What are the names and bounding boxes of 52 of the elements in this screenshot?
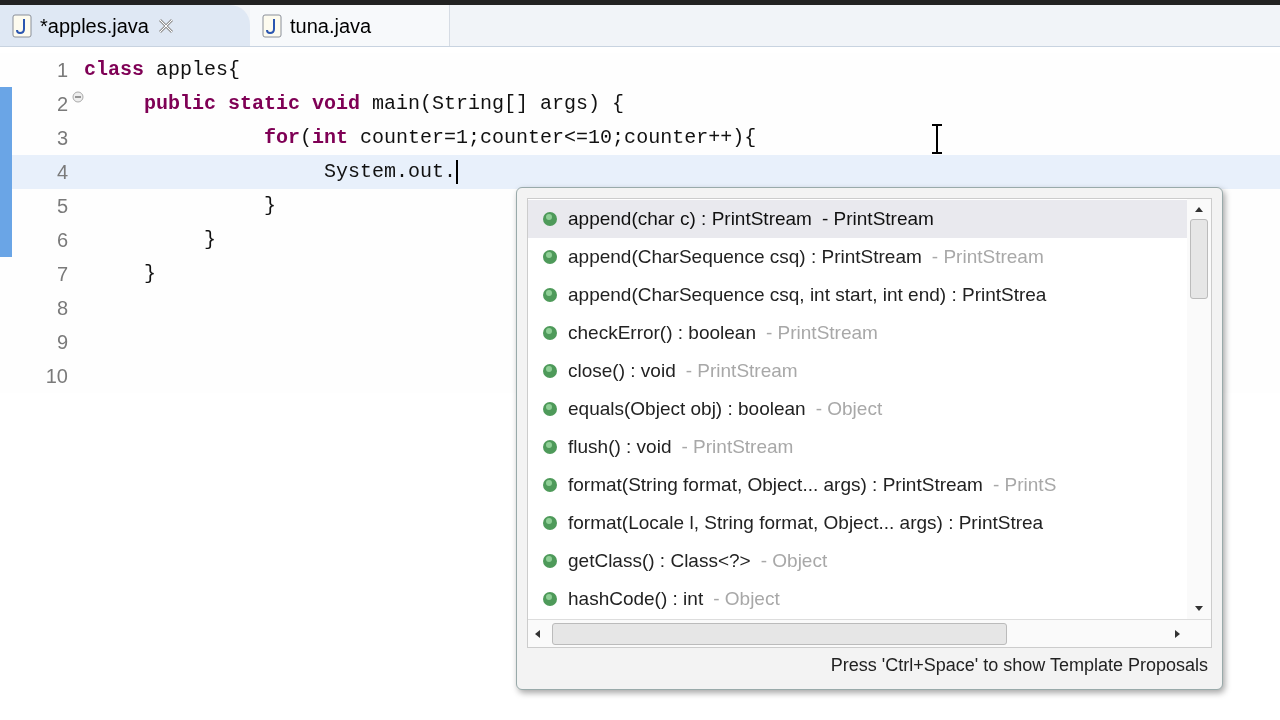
proposal-item[interactable]: getClass() : Class<?> - Object <box>528 542 1187 580</box>
line-number: 10 <box>45 364 68 389</box>
hint-text: Press 'Ctrl+Space' to show Template Proposals <box>830 654 1208 677</box>
method-icon <box>542 325 558 341</box>
line-number: 6 <box>56 228 68 253</box>
method-icon <box>542 249 558 265</box>
line-number: 9 <box>56 330 68 355</box>
proposal-item[interactable]: equals(Object obj) : boolean - Object <box>528 390 1187 428</box>
method-icon <box>542 553 558 569</box>
scroll-thumb[interactable] <box>1190 219 1208 299</box>
editor-tab[interactable]: *apples.java <box>0 5 250 46</box>
proposal-item[interactable]: checkError() : boolean - PrintStream <box>528 314 1187 352</box>
method-icon <box>542 401 558 417</box>
text-cursor-icon <box>930 124 944 154</box>
java-file-icon <box>12 13 32 38</box>
proposal-item[interactable]: append(CharSequence csq, int start, int end) : PrintStrea <box>528 276 1187 314</box>
proposal-item[interactable]: format(Locale l, String format, Object... args) : PrintStrea <box>528 504 1187 542</box>
proposal-item[interactable]: close() : void - PrintStream <box>528 352 1187 390</box>
line-number: 3 <box>56 126 68 151</box>
code-line: public static void main(String[] args) { <box>143 91 625 117</box>
text-caret <box>456 160 459 184</box>
method-icon <box>542 287 558 303</box>
method-icon <box>542 439 558 455</box>
scroll-thumb[interactable] <box>552 622 1007 645</box>
line-number: 5 <box>56 194 68 219</box>
collapse-icon[interactable] <box>72 91 84 103</box>
proposal-item[interactable]: hashCode() : int - Object <box>528 580 1187 618</box>
line-number: 8 <box>56 296 68 321</box>
line-number: 1 <box>56 58 68 83</box>
method-icon <box>542 363 558 379</box>
code-line: class apples{ <box>84 57 241 83</box>
line-number: 4 <box>56 160 68 185</box>
code-line: System.out. <box>323 159 457 185</box>
proposal-item[interactable]: append(char c) : PrintStream - PrintStream <box>528 200 1187 238</box>
editor-tab[interactable]: tuna.java <box>250 5 450 46</box>
method-icon <box>542 591 558 607</box>
code-line: for(int counter=1;counter<=10;counter++){ <box>263 125 757 151</box>
vertical-scrollbar[interactable] <box>1187 199 1211 619</box>
close-icon[interactable] <box>156 16 175 35</box>
proposal-item[interactable]: format(String format, Object... args) : PrintStream - PrintS <box>528 466 1187 504</box>
code-line: } <box>203 227 217 253</box>
method-icon <box>542 477 558 493</box>
method-icon <box>542 515 558 531</box>
horizontal-scrollbar[interactable] <box>528 619 1211 647</box>
method-icon <box>542 211 558 227</box>
line-number: 7 <box>56 262 68 287</box>
line-number: 2 <box>56 92 68 117</box>
code-line: } <box>143 261 156 287</box>
code-line: } <box>263 193 277 219</box>
java-file-icon <box>262 13 282 38</box>
proposal-item[interactable]: flush() : void - PrintStream <box>528 428 1187 466</box>
proposal-item[interactable]: append(CharSequence csq) : PrintStream - PrintStream <box>528 238 1187 276</box>
